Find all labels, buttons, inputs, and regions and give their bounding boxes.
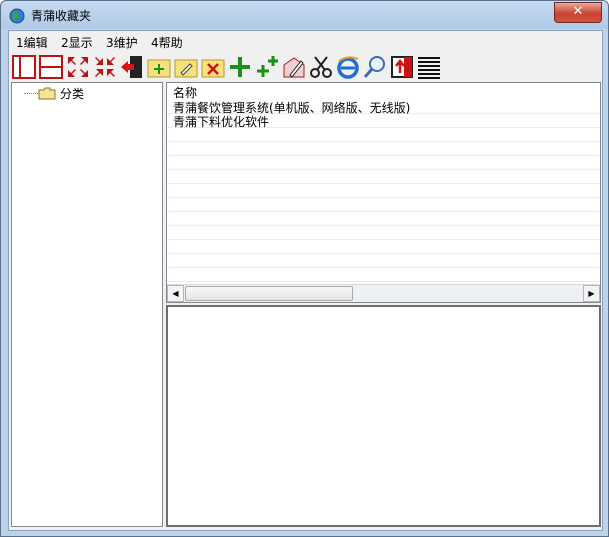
globe-icon: [9, 8, 25, 24]
folder-icon: [38, 87, 56, 100]
browser-icon[interactable]: [336, 55, 360, 79]
list-item[interactable]: 青蒲餐饮管理系统(单机版、网络版、无线版): [173, 99, 410, 115]
scroll-left-icon[interactable]: ◀: [167, 285, 184, 302]
search-icon[interactable]: [363, 55, 387, 79]
rename-folder-icon[interactable]: [174, 55, 198, 79]
category-tree[interactable]: 分类: [11, 82, 163, 527]
window-title: 青蒲收藏夹: [31, 9, 92, 23]
split-horizontal-icon[interactable]: [39, 55, 63, 79]
new-folder-icon[interactable]: [147, 55, 171, 79]
list-item[interactable]: 青蒲下料优化软件: [173, 113, 269, 129]
menu-help[interactable]: 4帮助: [151, 34, 183, 51]
menu-edit[interactable]: 1编辑: [16, 34, 48, 51]
export-icon[interactable]: [390, 55, 414, 79]
horizontal-scrollbar[interactable]: ◀ ▶: [167, 284, 600, 302]
detail-panel[interactable]: [166, 305, 601, 527]
close-button[interactable]: ✕: [554, 2, 602, 23]
edit-icon[interactable]: [282, 55, 306, 79]
item-list[interactable]: 名称 青蒲餐饮管理系统(单机版、网络版、无线版) 青蒲下料优化软件 ◀ ▶: [166, 82, 601, 303]
tree-connector: [24, 93, 38, 94]
expand-icon[interactable]: [66, 55, 90, 79]
delete-folder-icon[interactable]: [201, 55, 225, 79]
menu-maintain[interactable]: 3维护: [106, 34, 138, 51]
menu-view[interactable]: 2显示: [61, 34, 93, 51]
title-bar[interactable]: 青蒲收藏夹 ✕: [1, 1, 608, 29]
add-icon[interactable]: [228, 55, 252, 79]
cut-icon[interactable]: [309, 55, 333, 79]
scroll-right-icon[interactable]: ▶: [583, 285, 600, 302]
client-area: 1编辑 2显示 3维护 4帮助 分类 名称 青蒲餐饮管理系统(单机版、网络版、无…: [8, 30, 603, 531]
collapse-icon[interactable]: [93, 55, 117, 79]
toolbar: [9, 53, 602, 81]
tree-label-category: 分类: [60, 87, 85, 101]
menu-bar: 1编辑 2显示 3维护 4帮助: [9, 31, 602, 51]
list-icon[interactable]: [417, 55, 441, 79]
add-multiple-icon[interactable]: [255, 55, 279, 79]
scroll-thumb[interactable]: [185, 286, 353, 301]
list-rows: 青蒲餐饮管理系统(单机版、网络版、无线版) 青蒲下料优化软件: [167, 100, 600, 283]
tree-root-node[interactable]: 分类: [18, 85, 158, 101]
split-vertical-icon[interactable]: [12, 55, 36, 79]
exit-icon[interactable]: [120, 55, 144, 79]
app-window: 青蒲收藏夹 ✕ 1编辑 2显示 3维护 4帮助 分类 名称 青蒲餐饮管理系统(单…: [0, 0, 609, 537]
